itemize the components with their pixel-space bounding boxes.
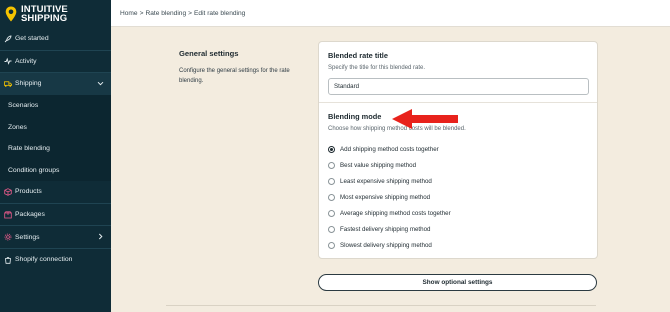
- chevron-right-icon: [97, 233, 104, 242]
- radio-label: Best value shipping method: [340, 161, 417, 169]
- main-content: General settings Configure the general s…: [111, 27, 670, 312]
- annotation-arrow-icon: [390, 108, 460, 135]
- breadcrumb-rate-blending[interactable]: Rate blending: [145, 10, 186, 17]
- sidebar-item-label: Shipping: [15, 80, 42, 88]
- brand-line2: SHIPPING: [21, 13, 68, 24]
- brand-logo[interactable]: INTUITIVE SHIPPING: [0, 0, 111, 28]
- sidebar-item-label: Rate blending: [8, 145, 50, 153]
- radio-label: Most expensive shipping method: [340, 193, 431, 201]
- gear-icon: [4, 233, 12, 241]
- sidebar-item-label: Products: [15, 188, 42, 196]
- sidebar-item-shopify-connection[interactable]: Shopify connection: [0, 249, 111, 271]
- sidebar-item-label: Shopify connection: [15, 256, 73, 264]
- truck-icon: [4, 80, 12, 88]
- sidebar-item-label: Get started: [15, 35, 49, 43]
- breadcrumb-home[interactable]: Home: [120, 10, 138, 17]
- radio-slowest-delivery[interactable]: Slowest delivery shipping method: [328, 237, 451, 253]
- blended-rate-title-value: Standard: [334, 83, 360, 90]
- radio-button[interactable]: [328, 241, 335, 249]
- settings-card: Blended rate title Specify the title for…: [318, 41, 598, 259]
- sidebar-item-label: Condition groups: [8, 166, 60, 174]
- sidebar-item-label: Settings: [15, 233, 40, 241]
- breadcrumb-separator: >: [139, 9, 144, 17]
- chevron-down-icon: [97, 80, 104, 89]
- rocket-icon: [4, 35, 12, 43]
- radio-button[interactable]: [328, 209, 335, 217]
- sidebar-item-label: Packages: [15, 211, 45, 219]
- activity-icon: [4, 57, 12, 66]
- radio-best-value[interactable]: Best value shipping method: [328, 157, 451, 173]
- sidebar-item-shipping[interactable]: Shipping: [0, 73, 111, 95]
- radio-add-costs[interactable]: Add shipping method costs together: [328, 141, 451, 157]
- blended-rate-title-section: Blended rate title Specify the title for…: [319, 42, 597, 103]
- radio-button[interactable]: [328, 225, 335, 233]
- sidebar-item-zones[interactable]: Zones: [0, 116, 111, 138]
- breadcrumb-separator: >: [188, 9, 193, 17]
- sidebar-item-products[interactable]: Products: [0, 181, 111, 203]
- sidebar-nav: Get started Activity Shipping Scenarios …: [0, 28, 111, 271]
- general-settings-title: General settings: [179, 49, 239, 58]
- radio-label: Slowest delivery shipping method: [340, 241, 432, 249]
- radio-label: Average shipping method costs together: [340, 209, 451, 217]
- blending-mode-heading: Blending mode: [328, 112, 382, 121]
- box-icon: [4, 188, 12, 196]
- blending-mode-radio-group: Add shipping method costs together Best …: [328, 141, 451, 253]
- radio-label: Add shipping method costs together: [340, 145, 439, 153]
- general-settings-description: Configure the general settings for the r…: [179, 68, 290, 84]
- sidebar-item-label: Zones: [8, 123, 27, 131]
- sidebar-item-settings[interactable]: Settings: [0, 226, 111, 248]
- blended-rate-title-help: Specify the title for this blended rate.: [328, 65, 426, 71]
- sidebar-item-label: Scenarios: [8, 102, 39, 110]
- radio-average-costs[interactable]: Average shipping method costs together: [328, 205, 451, 221]
- radio-most-expensive[interactable]: Most expensive shipping method: [328, 189, 451, 205]
- radio-least-expensive[interactable]: Least expensive shipping method: [328, 173, 451, 189]
- sidebar-item-get-started[interactable]: Get started: [0, 28, 111, 50]
- package-icon: [4, 210, 12, 219]
- location-pin-icon: [5, 6, 17, 22]
- sidebar-item-label: Activity: [15, 57, 37, 65]
- breadcrumb: Home > Rate blending > Edit rate blendin…: [111, 0, 670, 27]
- radio-button[interactable]: [328, 161, 335, 169]
- radio-label: Least expensive shipping method: [340, 177, 432, 185]
- sidebar: INTUITIVE SHIPPING Get started Activity …: [0, 0, 111, 312]
- radio-fastest-delivery[interactable]: Fastest delivery shipping method: [328, 221, 451, 237]
- radio-button[interactable]: [328, 193, 335, 201]
- radio-button[interactable]: [328, 177, 335, 185]
- show-optional-settings-button[interactable]: Show optional settings: [318, 274, 597, 291]
- sidebar-item-scenarios[interactable]: Scenarios: [0, 94, 111, 117]
- sidebar-item-activity[interactable]: Activity: [0, 51, 111, 73]
- sidebar-item-rate-blending[interactable]: Rate blending: [0, 137, 111, 160]
- blended-rate-title-heading: Blended rate title: [328, 51, 388, 60]
- divider: [166, 305, 596, 306]
- sidebar-item-packages[interactable]: Packages: [0, 204, 111, 226]
- sidebar-item-condition-groups[interactable]: Condition groups: [0, 159, 111, 182]
- shopify-icon: [4, 256, 12, 264]
- breadcrumb-current: Edit rate blending: [194, 9, 246, 17]
- radio-label: Fastest delivery shipping method: [340, 225, 431, 233]
- blended-rate-title-input[interactable]: Standard: [328, 78, 589, 95]
- radio-button[interactable]: [328, 145, 335, 153]
